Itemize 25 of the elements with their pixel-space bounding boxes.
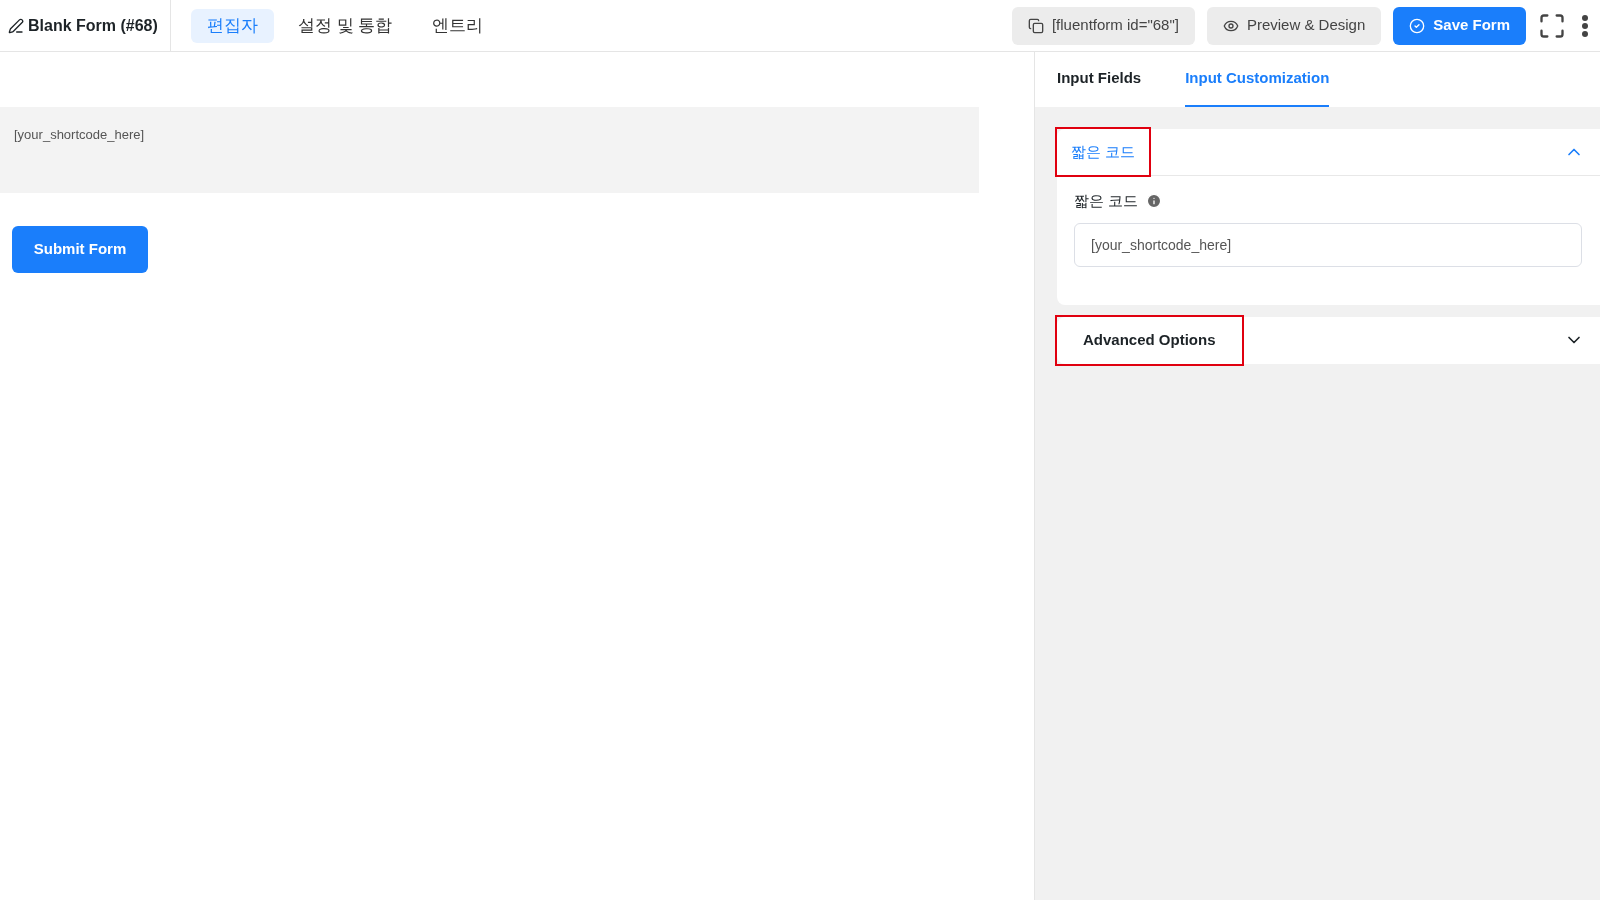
submit-button[interactable]: Submit Form [12,226,148,273]
input-field[interactable]: [your_shortcode_here] [1074,222,1582,267]
pencil-icon [8,17,24,34]
panel-tab[interactable]: Input Customization [1185,52,1330,107]
more-button[interactable] [1582,14,1588,37]
more-icon [1582,14,1588,37]
nav-tab[interactable]: 엔트리 [416,8,500,43]
fullscreen-icon [1538,11,1566,40]
shortcode-block: [your_shortcode_here] [0,107,979,193]
section-title: 짧은 코드 [1057,129,1150,175]
copy-icon [1027,17,1044,34]
info-icon [1146,193,1163,210]
section-header[interactable]: Advanced Options [1057,316,1600,364]
shortcode-button[interactable]: [fluentform id="68"] [1011,6,1195,45]
nav-tab[interactable]: 편집자 [190,8,274,43]
preview-button[interactable]: Preview & Design [1206,6,1382,45]
check-icon [1409,17,1426,34]
field-label: 짧은 코드 [1074,191,1139,211]
fullscreen-button[interactable] [1538,11,1566,40]
form-title: Blank Form (#68) [28,15,158,36]
nav-tab[interactable]: 설정 및 통합 [281,8,409,43]
section-header[interactable]: 짧은 코드 [1057,129,1600,176]
section-title: Advanced Options [1057,316,1242,364]
panel-tab[interactable]: Input Fields [1057,52,1142,107]
save-button[interactable]: Save Form [1393,6,1526,45]
